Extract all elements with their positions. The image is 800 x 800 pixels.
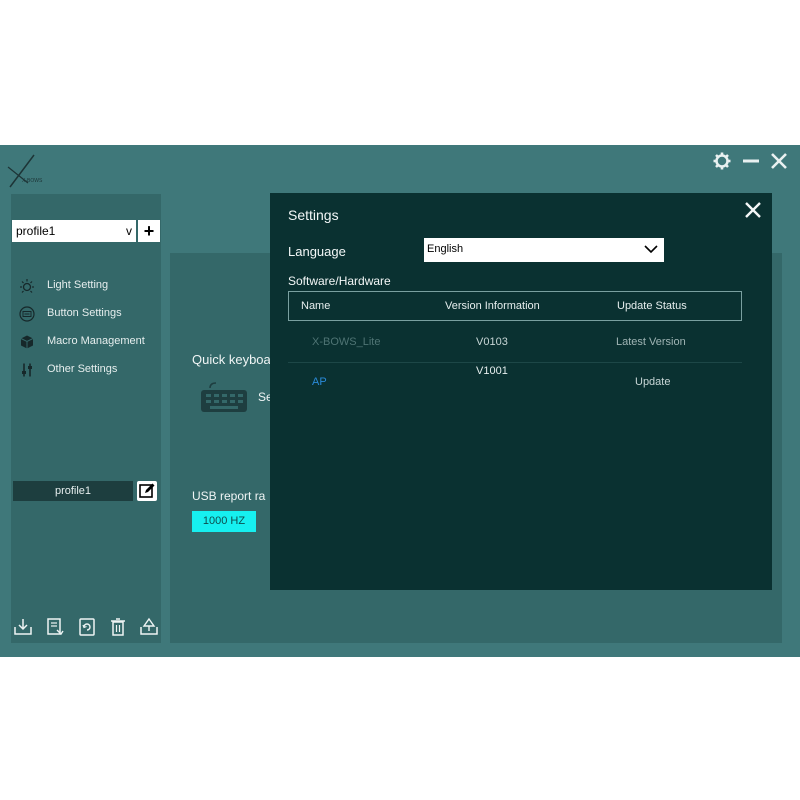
column-header-name: Name [301,300,331,312]
column-header-update-status: Update Status [617,300,687,312]
keyboard-icon [201,382,247,412]
quick-keyboard-label: Quick keyboa [192,352,271,367]
update-button[interactable]: Update [635,376,670,388]
sidebar-bottom-toolbar [11,613,161,643]
import-icon[interactable] [13,617,33,637]
close-icon[interactable] [744,201,762,219]
gear-icon[interactable] [713,152,731,170]
edit-icon[interactable] [137,481,157,501]
row-version: V0103 [476,336,508,348]
sidebar-item-label: Other Settings [47,363,118,375]
usb-report-rate-label: USB report ra [192,489,266,503]
chevron-down-icon: v [126,224,132,238]
cube-icon [20,335,34,349]
sidebar: profile1 v + Light Setting Button Settin… [11,194,161,643]
brand-logo-text: X-BOWS [22,178,43,184]
usb-rate-1000hz-button[interactable]: 1000 HZ [192,511,256,532]
row-name: X-BOWS_Lite [312,336,381,348]
export-doc-icon[interactable] [45,617,65,637]
settings-dialog: Settings Language English Software/Hardw… [270,193,772,590]
table-header: Name Version Information Update Status [288,291,742,321]
column-header-version: Version Information [445,300,540,312]
row-status: Latest Version [616,336,686,348]
trash-icon[interactable] [108,617,128,637]
add-profile-button[interactable]: + [138,220,160,242]
reset-icon[interactable] [77,617,97,637]
settings-title: Settings [288,207,339,223]
chevron-down-icon [644,245,658,254]
language-label: Language [288,244,346,259]
software-hardware-label: Software/Hardware [288,274,391,288]
sun-icon [20,279,34,293]
sidebar-item-label: Button Settings [47,307,122,319]
profile-select[interactable]: profile1 v [12,220,136,242]
row-divider [288,362,742,363]
row-name-link[interactable]: AP [312,376,327,388]
close-icon[interactable] [770,152,788,170]
profile-name-field[interactable]: profile1 [13,481,133,501]
language-select[interactable]: English [424,238,664,262]
sliders-icon [22,363,32,377]
language-select-value: English [427,243,464,255]
minus-icon[interactable] [742,152,760,170]
row-version: V1001 [476,365,508,377]
profile-select-value: profile1 [16,224,56,238]
sidebar-item-label: Macro Management [47,335,145,347]
upload-icon[interactable] [139,617,159,637]
app-window: X-BOWS profile1 v + Light Setting Button… [0,145,800,657]
sidebar-item-label: Light Setting [47,279,109,291]
keyboard-icon [19,306,35,322]
